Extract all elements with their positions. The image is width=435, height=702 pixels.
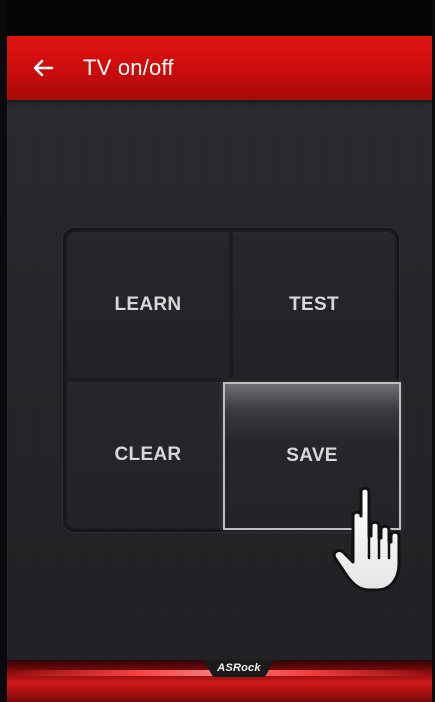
device-frame: TV on/off LEARN TEST CLEAR SAVE ASRock	[0, 0, 435, 702]
app-screen: TV on/off LEARN TEST CLEAR SAVE	[7, 36, 432, 660]
app-bar: TV on/off	[7, 36, 432, 100]
learn-button[interactable]: LEARN	[67, 232, 229, 378]
clear-button[interactable]: CLEAR	[67, 382, 229, 528]
brand-logo: ASRock	[217, 662, 261, 674]
hand-pointer-icon	[332, 486, 401, 592]
test-button[interactable]: TEST	[233, 232, 395, 378]
back-button[interactable]	[25, 50, 61, 86]
arrow-left-icon	[33, 59, 54, 77]
page-title: TV on/off	[83, 55, 174, 80]
status-bar	[7, 0, 432, 36]
brand-footer: ASRock	[7, 660, 432, 702]
